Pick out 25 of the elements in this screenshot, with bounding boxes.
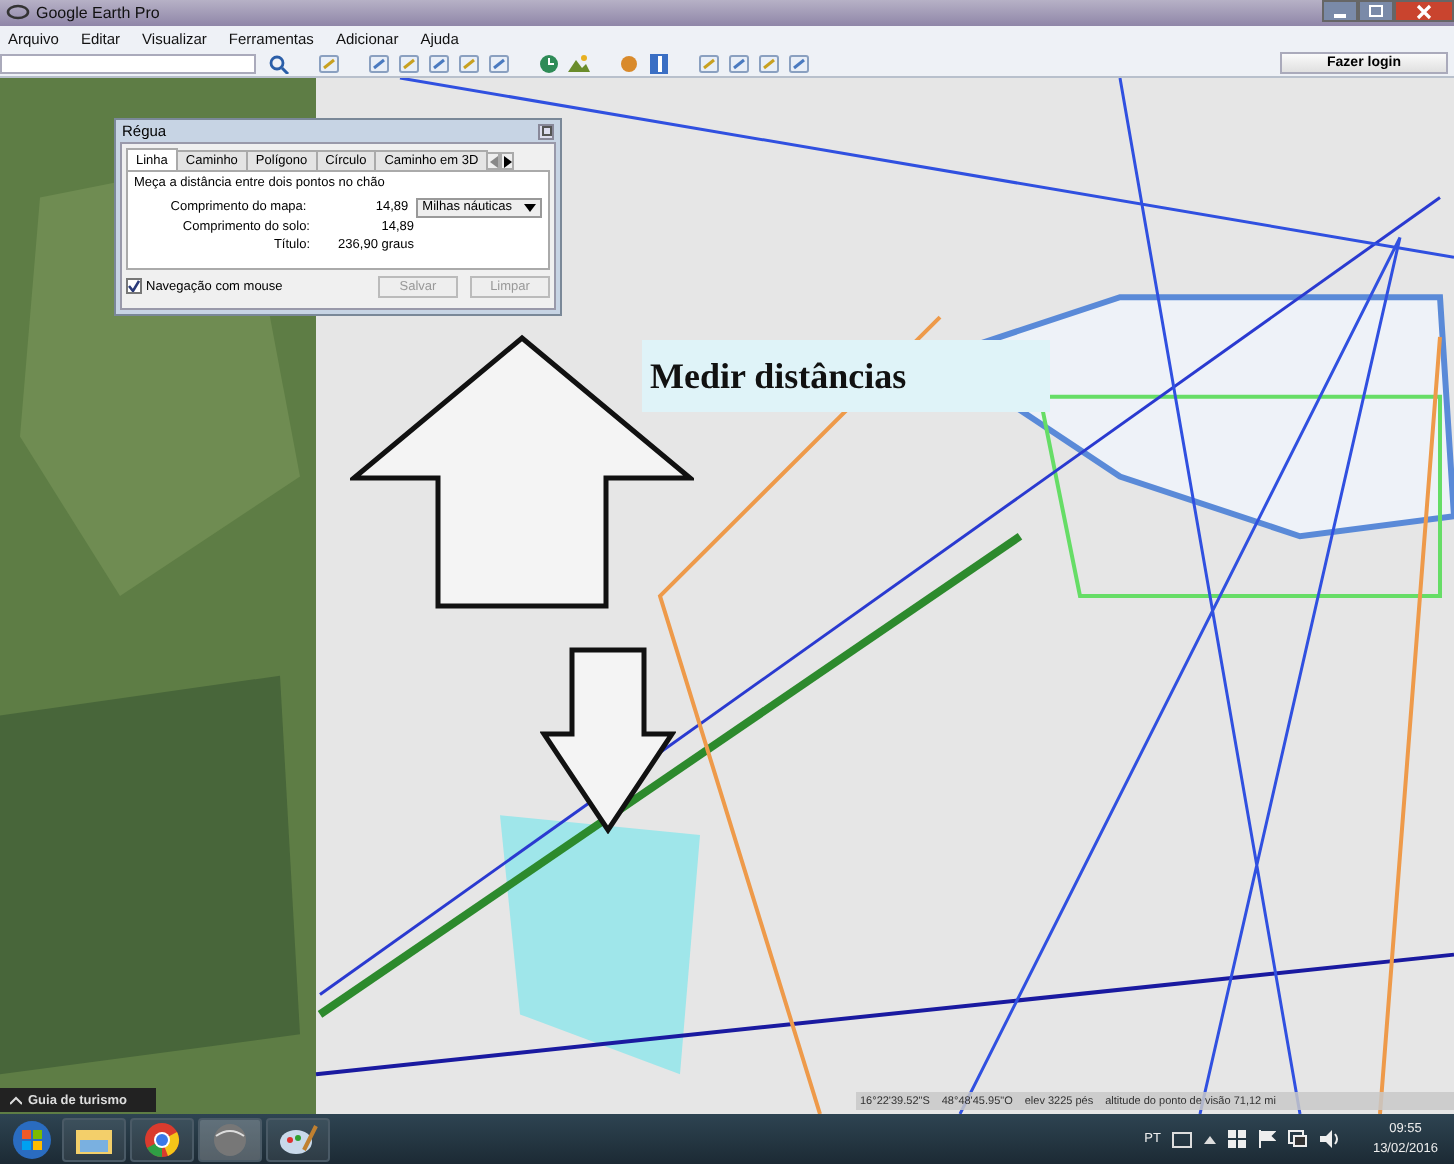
search-icon[interactable] (266, 51, 292, 75)
checkmark-icon (128, 280, 140, 292)
restore-icon (1368, 4, 1384, 18)
annotation-label: Medir distâncias (642, 340, 1050, 412)
close-icon (1416, 3, 1432, 19)
palette-icon[interactable] (266, 1117, 330, 1161)
dialog-close-button[interactable] (538, 123, 554, 139)
flag-icon[interactable] (1258, 1130, 1277, 1148)
dropdown-arrow-icon (524, 203, 536, 211)
restore-button[interactable] (1358, 0, 1394, 22)
sun-icon[interactable] (566, 51, 592, 75)
chevron-up-icon (10, 1095, 22, 1105)
layout-icon[interactable] (646, 51, 672, 75)
browser-icon[interactable] (130, 1117, 194, 1161)
minimize-button[interactable] (1322, 0, 1358, 22)
history-icon[interactable] (536, 51, 562, 75)
show-hidden-icons-icon[interactable] (1204, 1135, 1217, 1143)
folder-icon[interactable] (62, 1117, 126, 1161)
volume-icon[interactable] (1320, 1130, 1341, 1148)
window-title: Google Earth Pro (36, 4, 160, 22)
close-button[interactable] (1394, 0, 1454, 22)
windows-icon[interactable] (1228, 1130, 1247, 1148)
down-arrow-icon (540, 646, 676, 834)
search-field[interactable] (0, 53, 256, 73)
scroll-right-button[interactable] (500, 152, 515, 170)
